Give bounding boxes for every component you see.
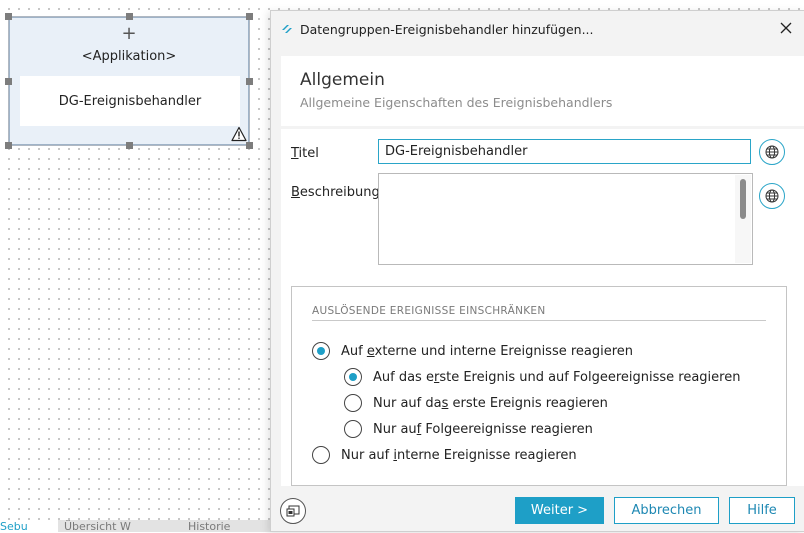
radio-circle[interactable] — [344, 368, 362, 386]
radio-label: Nur auf Folgeereignisse reagieren — [373, 421, 593, 437]
resize-handle[interactable] — [246, 13, 253, 20]
resize-handle[interactable] — [126, 13, 133, 20]
cancel-button[interactable]: Abbrechen — [614, 497, 719, 524]
title-translate-button[interactable] — [759, 139, 785, 165]
warning-icon — [231, 126, 247, 142]
globe-icon — [765, 145, 779, 159]
radio-internal-only[interactable]: Nur auf interne Ereignisse reagieren — [312, 446, 577, 464]
plus-icon[interactable]: + — [10, 24, 248, 44]
dialog-header: Allgemein Allgemeine Eigenschaften des E… — [281, 56, 804, 126]
radio-label: Auf das erste Ereignis und auf Folgeerei… — [373, 369, 741, 385]
app-icon — [282, 25, 292, 33]
window-icon — [286, 505, 300, 517]
header-title: Allgemein — [300, 70, 385, 90]
node-kind-label: <Applikation> — [81, 49, 177, 64]
canvas-node[interactable]: + <Applikation> DG-Ereignisbehandler — [9, 17, 249, 145]
node-name-box[interactable]: DG-Ereignisbehandler — [20, 76, 240, 126]
canvas-tab[interactable]: Übersicht W — [58, 520, 185, 532]
dialog-footer: Weiter > Abbrechen Hilfe — [271, 489, 804, 533]
trigger-events-group: AUSLÖSENDE EREIGNISSE EINSCHRÄNKEN Auf e… — [291, 286, 787, 486]
add-event-handler-dialog: Datengruppen-Ereignisbehandler hinzufüge… — [270, 10, 804, 532]
radio-label: Auf externe und interne Ereignisse reagi… — [341, 343, 634, 359]
description-translate-button[interactable] — [759, 183, 785, 209]
radio-first-only[interactable]: Nur auf das erste Ereignis reagieren — [344, 394, 608, 412]
close-icon[interactable] — [778, 20, 794, 36]
description-label: Beschreibung — [291, 185, 380, 200]
group-title: AUSLÖSENDE EREIGNISSE EINSCHRÄNKEN — [312, 305, 546, 317]
description-textarea[interactable] — [378, 173, 753, 265]
resize-handle[interactable] — [246, 142, 253, 149]
canvas-tab[interactable]: Historie — [182, 520, 275, 532]
radio-label: Nur auf das erste Ereignis reagieren — [373, 395, 608, 411]
node-name-label: DG-Ereignisbehandler — [58, 93, 202, 109]
radio-first-and-following[interactable]: Auf das erste Ereignis und auf Folgeerei… — [344, 368, 740, 386]
group-divider — [312, 320, 766, 321]
resize-handle[interactable] — [246, 78, 253, 85]
resize-handle[interactable] — [5, 142, 12, 149]
radio-following-only[interactable]: Nur auf Folgeereignisse reagieren — [344, 420, 593, 438]
description-scrollbar[interactable] — [735, 175, 751, 263]
help-button[interactable]: Hilfe — [729, 497, 795, 524]
window-mode-button[interactable] — [280, 498, 306, 524]
radio-circle[interactable] — [312, 446, 330, 464]
next-button[interactable]: Weiter > — [515, 497, 604, 524]
scrollbar-thumb[interactable] — [740, 179, 746, 219]
resize-handle[interactable] — [126, 142, 133, 149]
radio-circle[interactable] — [312, 342, 330, 360]
dialog-body: Titel Beschreibung AUSLÖSENDE EREIGN — [281, 129, 804, 486]
canvas-tab[interactable]: Sebu — [0, 520, 63, 532]
radio-circle[interactable] — [344, 394, 362, 412]
radio-external-internal[interactable]: Auf externe und interne Ereignisse reagi… — [312, 342, 633, 360]
radio-label: Nur auf interne Ereignisse reagieren — [341, 447, 577, 463]
header-subtitle: Allgemeine Eigenschaften des Ereignisbeh… — [300, 95, 613, 110]
title-input[interactable] — [378, 139, 751, 164]
dialog-title: Datengruppen-Ereignisbehandler hinzufüge… — [300, 22, 594, 37]
globe-icon — [765, 189, 779, 203]
canvas-tab-strip: Sebu Übersicht W Historie — [0, 520, 275, 532]
title-label: Titel — [291, 146, 319, 161]
resize-handle[interactable] — [5, 78, 12, 85]
resize-handle[interactable] — [5, 13, 12, 20]
dialog-titlebar[interactable]: Datengruppen-Ereignisbehandler hinzufüge… — [271, 11, 804, 49]
radio-circle[interactable] — [344, 420, 362, 438]
